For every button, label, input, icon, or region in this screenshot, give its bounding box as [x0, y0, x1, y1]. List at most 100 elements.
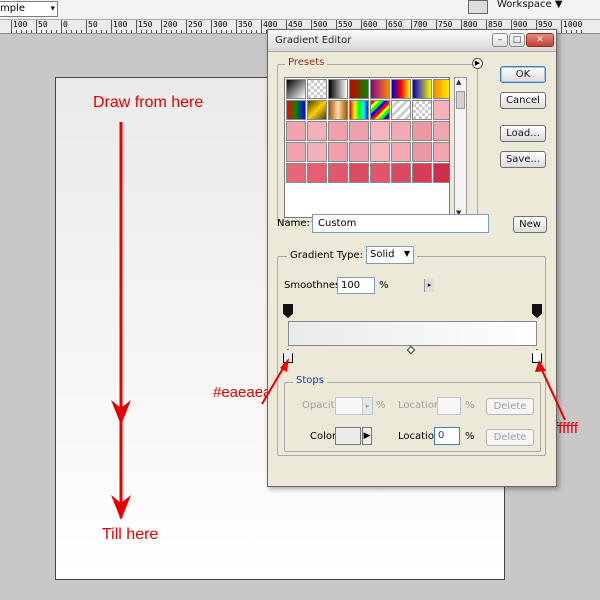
color-stop-left[interactable]	[283, 349, 293, 363]
ruler-minor-tick	[21, 30, 22, 33]
preset-swatch[interactable]	[349, 121, 369, 141]
ruler-minor-tick	[246, 30, 247, 33]
ruler-minor-tick	[226, 30, 227, 33]
opacity-stop-left[interactable]	[283, 304, 293, 318]
ruler-minor-tick	[26, 30, 27, 33]
new-button[interactable]: New	[513, 216, 547, 233]
load-button[interactable]: Load...	[500, 125, 546, 142]
preset-swatch[interactable]	[433, 121, 449, 141]
scroll-thumb[interactable]	[456, 91, 465, 109]
ruler-minor-tick	[151, 30, 152, 33]
gradient-type-select[interactable]: Solid ▼	[366, 246, 415, 264]
ruler-minor-tick	[121, 30, 122, 33]
preset-swatch[interactable]	[433, 163, 449, 183]
color-swatch[interactable]	[335, 427, 361, 445]
name-field[interactable]: Custom	[312, 214, 489, 233]
preset-swatch[interactable]	[412, 142, 432, 162]
opacity-stop-right[interactable]	[532, 304, 542, 318]
smoothness-input[interactable]: 100 ▸	[337, 277, 434, 294]
dialog-titlebar[interactable]: Gradient Editor – □ ✕	[268, 30, 556, 52]
preset-swatch[interactable]	[307, 100, 327, 120]
preset-swatch[interactable]	[391, 142, 411, 162]
preset-swatch[interactable]	[349, 163, 369, 183]
preset-swatch[interactable]	[412, 163, 432, 183]
ruler-label: 1000	[563, 20, 583, 29]
close-button[interactable]: ✕	[526, 33, 554, 47]
preset-swatch[interactable]	[328, 121, 348, 141]
save-button[interactable]: Save...	[500, 151, 546, 168]
ruler-minor-tick	[96, 30, 97, 33]
ruler-tick	[86, 20, 87, 33]
ruler-label: 200	[163, 20, 178, 29]
ruler-minor-tick	[146, 30, 147, 33]
preset-swatch[interactable]	[349, 142, 369, 162]
midpoint-diamond[interactable]	[406, 345, 416, 355]
presets-label: Presets	[285, 57, 328, 68]
color-location-field[interactable]: 0	[434, 427, 460, 445]
ruler-minor-tick	[166, 30, 167, 33]
presets-scrollbar[interactable]: ▲ ▼	[454, 77, 467, 218]
preset-swatch[interactable]	[328, 142, 348, 162]
preset-swatch[interactable]	[286, 121, 306, 141]
gradient-preview-bar[interactable]	[288, 321, 537, 346]
smoothness-value: 100	[341, 280, 361, 291]
ruler-minor-tick	[256, 30, 257, 33]
preset-swatch[interactable]	[349, 79, 369, 99]
preset-swatch[interactable]	[328, 163, 348, 183]
cancel-button[interactable]: Cancel	[500, 92, 546, 109]
color-picker-arrow-icon[interactable]: ▶	[362, 427, 372, 445]
ruler-label: 100	[13, 20, 28, 29]
ruler-minor-tick	[66, 30, 67, 33]
preset-swatch[interactable]	[307, 163, 327, 183]
ok-button[interactable]: OK	[500, 66, 546, 83]
preset-swatch[interactable]	[349, 100, 369, 120]
preset-swatch[interactable]	[391, 121, 411, 141]
presets-group: Presets ▶ ▲ ▼	[277, 57, 483, 222]
presets-menu-arrow-icon[interactable]: ▶	[472, 58, 483, 69]
ruler-minor-tick	[251, 30, 252, 33]
ruler-tick	[561, 20, 562, 33]
preset-swatch[interactable]	[307, 79, 327, 99]
maximize-button[interactable]: □	[509, 33, 525, 47]
scroll-up-icon[interactable]: ▲	[456, 78, 461, 86]
ruler-minor-tick	[566, 30, 567, 33]
preset-swatch[interactable]	[370, 121, 390, 141]
annotation-till-here: Till here	[102, 526, 159, 543]
preset-swatch[interactable]	[433, 79, 449, 99]
ruler-label: 100	[113, 20, 128, 29]
preset-swatch[interactable]	[412, 79, 432, 99]
preset-swatch[interactable]	[412, 100, 432, 120]
ruler-minor-tick	[101, 30, 102, 33]
preset-swatch[interactable]	[328, 79, 348, 99]
preset-swatch[interactable]	[433, 100, 449, 120]
preset-swatch[interactable]	[307, 121, 327, 141]
color-stop-right[interactable]	[532, 349, 542, 363]
preset-swatch[interactable]	[286, 163, 306, 183]
preset-swatch[interactable]	[412, 121, 432, 141]
sample-dropdown[interactable]: mple ▾	[0, 1, 58, 17]
preset-swatch[interactable]	[370, 142, 390, 162]
preset-swatch[interactable]	[391, 163, 411, 183]
smoothness-slider-button[interactable]: ▸	[424, 279, 434, 292]
ruler-minor-tick	[171, 30, 172, 33]
chevron-down-icon: ▼	[403, 249, 411, 258]
preset-swatch[interactable]	[370, 163, 390, 183]
ruler-label: 0	[63, 20, 68, 29]
ruler-minor-tick	[571, 30, 572, 33]
preset-swatch[interactable]	[307, 142, 327, 162]
ruler-minor-tick	[191, 30, 192, 33]
preset-swatch[interactable]	[391, 100, 411, 120]
preset-swatch[interactable]	[433, 142, 449, 162]
preset-swatch[interactable]	[328, 100, 348, 120]
ruler-label: 250	[188, 20, 203, 29]
preset-swatch[interactable]	[286, 100, 306, 120]
preset-swatch[interactable]	[286, 79, 306, 99]
minimize-button[interactable]: –	[492, 33, 508, 47]
preset-swatch[interactable]	[370, 100, 390, 120]
workspace-menu-button[interactable]: Workspace ▼	[497, 0, 563, 10]
workspace-icon[interactable]	[468, 0, 488, 14]
preset-swatch[interactable]	[391, 79, 411, 99]
preset-swatch[interactable]	[370, 79, 390, 99]
preset-swatch[interactable]	[286, 142, 306, 162]
opacity-location-unit: %	[465, 400, 475, 411]
